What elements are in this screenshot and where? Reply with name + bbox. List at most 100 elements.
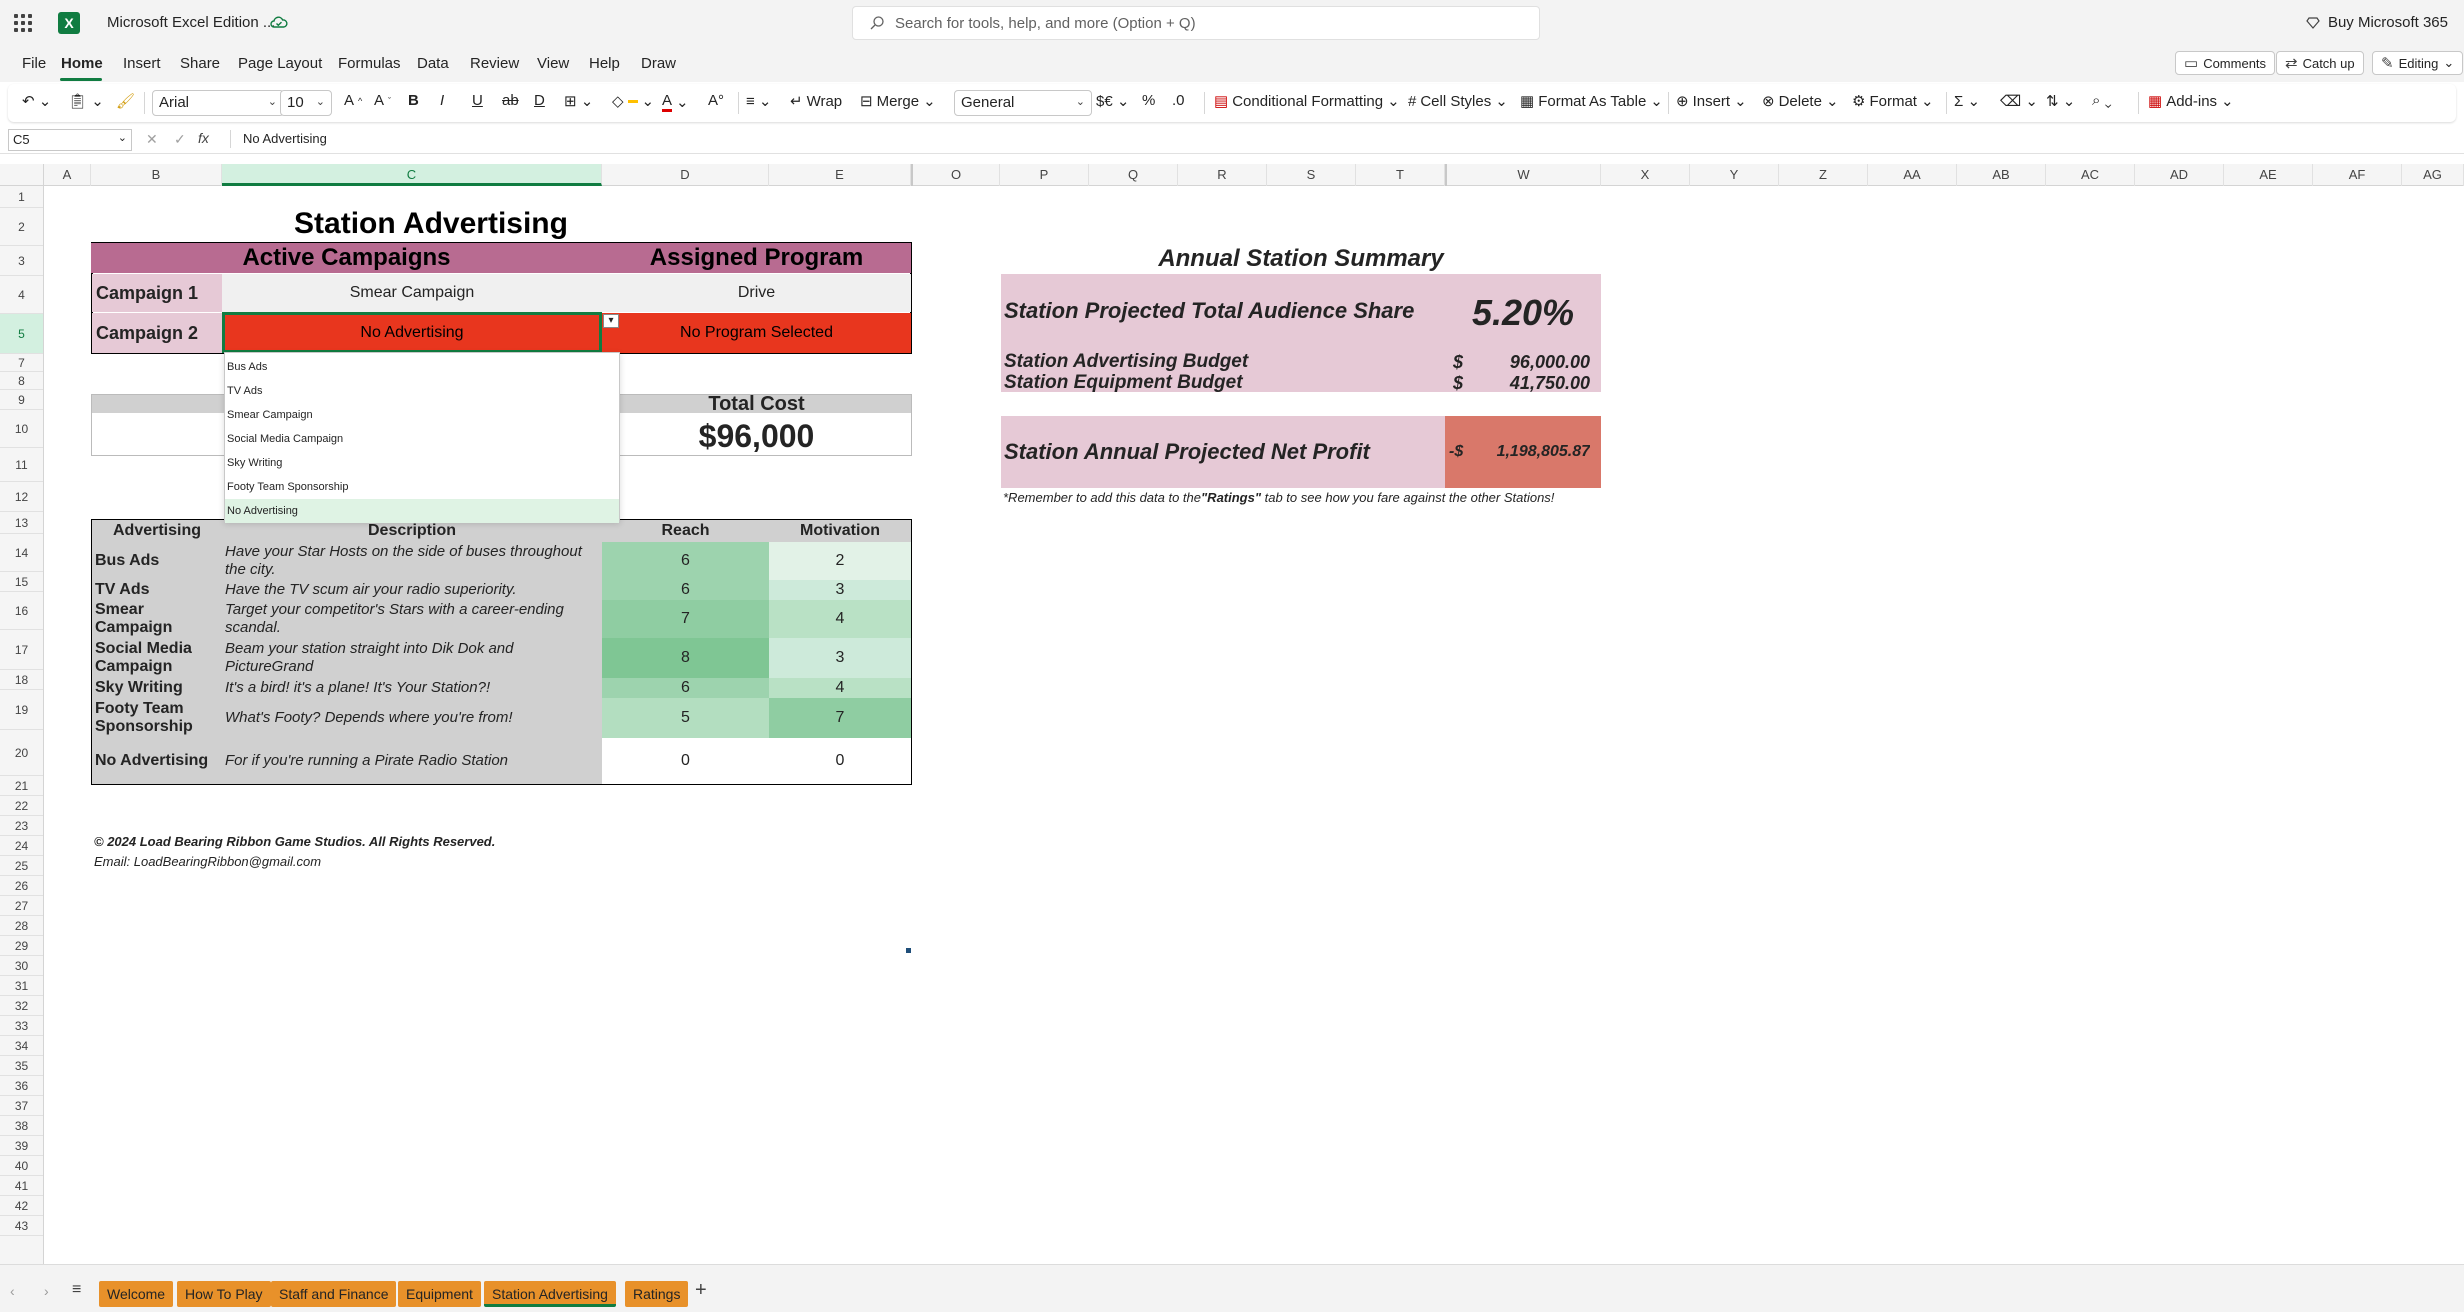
row-header[interactable]: 2 xyxy=(0,208,43,246)
row-header[interactable]: 8 xyxy=(0,372,43,390)
all-sheets-icon[interactable]: ≡ xyxy=(72,1281,81,1299)
cloud-saved-icon[interactable] xyxy=(270,14,288,32)
dropdown-option[interactable]: Bus Ads xyxy=(225,355,619,379)
add-sheet-icon[interactable]: + xyxy=(695,1279,707,1302)
column-header[interactable]: AD xyxy=(2135,164,2224,186)
column-header[interactable]: P xyxy=(1000,164,1089,186)
delete-cells-button[interactable]: ⊗ Delete ⌄ xyxy=(1762,92,1839,111)
scroll-right-icon[interactable]: › xyxy=(44,1283,49,1299)
row-header[interactable]: 37 xyxy=(0,1096,43,1116)
row-header[interactable]: 30 xyxy=(0,956,43,976)
row-header[interactable]: 39 xyxy=(0,1136,43,1156)
sheet-tab-welcome[interactable]: Welcome xyxy=(99,1281,174,1307)
menu-help[interactable]: Help xyxy=(589,55,620,72)
row-header[interactable]: 3 xyxy=(0,246,43,276)
dropdown-option[interactable]: Social Media Campaign xyxy=(225,427,619,451)
row-header[interactable]: 16 xyxy=(0,592,43,630)
font-name-select[interactable]: Arial ⌄ xyxy=(152,90,284,116)
bold-icon[interactable]: B xyxy=(408,92,419,109)
wrap-text-button[interactable]: ↵ Wrap xyxy=(790,92,842,111)
menu-data[interactable]: Data xyxy=(417,55,449,72)
column-header[interactable]: AA xyxy=(1868,164,1957,186)
row-header[interactable]: 15 xyxy=(0,572,43,592)
decrease-font-icon[interactable]: Aˇ xyxy=(374,92,391,109)
document-title[interactable]: Microsoft Excel Edition ... xyxy=(107,14,275,31)
clear-icon[interactable]: ⌫ ⌄ xyxy=(2000,92,2038,110)
editing-mode-button[interactable]: ✎ Editing ⌄ xyxy=(2372,51,2464,75)
merge-button[interactable]: ⊟ Merge ⌄ xyxy=(860,92,936,111)
row-header[interactable]: 14 xyxy=(0,534,43,572)
menu-insert[interactable]: Insert xyxy=(123,55,161,72)
format-cells-button[interactable]: ⚙︎ Format ⌄ xyxy=(1852,92,1934,111)
row-header[interactable]: 1 xyxy=(0,186,43,208)
row-header[interactable]: 20 xyxy=(0,730,43,776)
dropdown-option[interactable]: TV Ads xyxy=(225,379,619,403)
borders-icon[interactable]: ⊞ ⌄ xyxy=(564,92,593,110)
increase-font-icon[interactable]: A ^ xyxy=(344,92,362,109)
column-header[interactable]: AB xyxy=(1957,164,2046,186)
column-header[interactable]: AE xyxy=(2224,164,2313,186)
catch-up-button[interactable]: ⇄ Catch up xyxy=(2276,51,2364,75)
buy-microsoft-365-button[interactable]: Buy Microsoft 365 xyxy=(2306,14,2448,31)
row-header[interactable]: 31 xyxy=(0,976,43,996)
column-header[interactable]: E xyxy=(769,164,911,186)
row-header[interactable]: 24 xyxy=(0,836,43,856)
row-header[interactable]: 9 xyxy=(0,390,43,410)
row-header[interactable]: 4 xyxy=(0,276,43,314)
column-header[interactable]: AF xyxy=(2313,164,2402,186)
column-header[interactable]: X xyxy=(1601,164,1690,186)
double-underline-icon[interactable]: D xyxy=(534,92,545,109)
row-header[interactable]: 22 xyxy=(0,796,43,816)
dropdown-option[interactable]: Smear Campaign xyxy=(225,403,619,427)
format-painter-icon[interactable]: 🖌︎ xyxy=(116,92,135,110)
align-icon[interactable]: ≡ ⌄ xyxy=(746,92,772,110)
format-as-table-button[interactable]: ▦ Format As Table ⌄ xyxy=(1520,92,1663,111)
row-header[interactable]: 40 xyxy=(0,1156,43,1176)
number-format-select[interactable]: General ⌄ xyxy=(954,90,1092,116)
menu-page-layout[interactable]: Page Layout xyxy=(238,55,322,72)
column-header[interactable]: Y xyxy=(1690,164,1779,186)
scroll-left-icon[interactable]: ‹ xyxy=(10,1283,15,1299)
autosum-icon[interactable]: Σ ⌄ xyxy=(1954,92,1980,110)
row-header[interactable]: 42 xyxy=(0,1196,43,1216)
column-header[interactable]: Z xyxy=(1779,164,1868,186)
add-ins-button[interactable]: ▦ Add-ins ⌄ xyxy=(2148,92,2234,111)
row-header[interactable]: 28 xyxy=(0,916,43,936)
sort-filter-icon[interactable]: ⇅ ⌄ xyxy=(2046,92,2075,110)
sheet-tab-equipment[interactable]: Equipment xyxy=(398,1281,481,1307)
row-header[interactable]: 35 xyxy=(0,1056,43,1076)
row-header[interactable]: 27 xyxy=(0,896,43,916)
sheet-tab-how-to-play[interactable]: How To Play xyxy=(177,1281,271,1307)
function-icon[interactable]: fx xyxy=(198,130,209,146)
menu-draw[interactable]: Draw xyxy=(641,55,676,72)
column-header[interactable]: S xyxy=(1267,164,1356,186)
menu-file[interactable]: File xyxy=(22,55,46,72)
italic-icon[interactable]: I xyxy=(440,92,444,109)
decimal-format-icon[interactable]: .0 xyxy=(1172,92,1185,109)
currency-format-icon[interactable]: $€ ⌄ xyxy=(1096,92,1129,110)
sheet-tab-staff-and-finance[interactable]: Staff and Finance xyxy=(271,1281,397,1307)
font-color-icon[interactable]: A ⌄ xyxy=(662,92,689,112)
app-launcher-icon[interactable] xyxy=(14,14,32,32)
column-header[interactable]: W xyxy=(1445,164,1601,186)
campaign-1-select[interactable]: Smear Campaign xyxy=(222,274,602,312)
row-header[interactable]: 36 xyxy=(0,1076,43,1096)
row-header[interactable]: 25 xyxy=(0,856,43,876)
sheet-tab-station-advertising[interactable]: Station Advertising xyxy=(484,1281,616,1307)
cell-styles-button[interactable]: # Cell Styles ⌄ xyxy=(1408,92,1508,111)
row-header[interactable]: 26 xyxy=(0,876,43,896)
menu-view[interactable]: View xyxy=(537,55,569,72)
column-header[interactable]: AG xyxy=(2402,164,2464,186)
menu-review[interactable]: Review xyxy=(470,55,519,72)
row-header[interactable]: 12 xyxy=(0,482,43,512)
column-header[interactable]: O xyxy=(911,164,1000,186)
dropdown-option-selected[interactable]: No Advertising xyxy=(225,499,619,523)
row-header[interactable]: 10 xyxy=(0,410,43,448)
row-header[interactable]: 19 xyxy=(0,690,43,730)
insert-cells-button[interactable]: ⊕ Insert ⌄ xyxy=(1676,92,1747,111)
conditional-formatting-button[interactable]: ▤ Conditional Formatting ⌄ xyxy=(1214,92,1400,111)
find-icon[interactable]: ⌕ ⌄ xyxy=(2092,92,2112,109)
column-header[interactable]: B xyxy=(91,164,222,186)
column-header[interactable]: C xyxy=(222,164,602,186)
undo-icon[interactable]: ↶ ⌄ xyxy=(22,92,51,110)
